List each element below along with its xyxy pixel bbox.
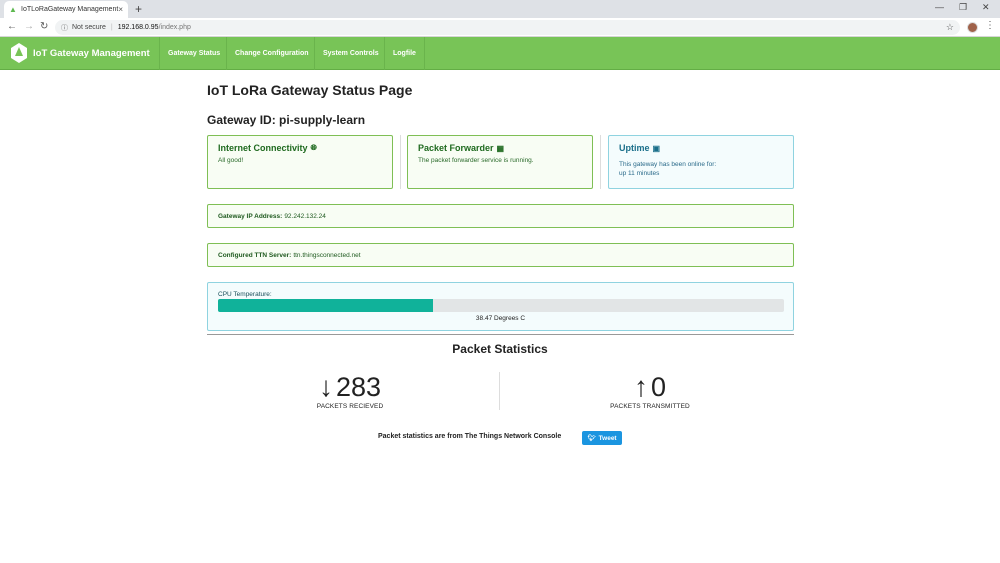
- packets-transmitted-stat: ↑ 0 PACKETS TRANSMITTED: [550, 372, 750, 411]
- gateway-id: Gateway ID: pi-supply-learn: [207, 113, 366, 127]
- card-divider: [400, 135, 401, 189]
- tweet-label: Tweet: [598, 434, 617, 442]
- ttn-server-card: Configured TTN Server: ttn.thingsconnect…: [207, 243, 794, 267]
- brand-logo-icon: [11, 43, 27, 63]
- uptime-text-2: up 11 minutes: [619, 170, 660, 177]
- forward-icon[interactable]: →: [24, 21, 34, 32]
- new-tab-button[interactable]: +: [135, 2, 142, 16]
- nav-logfile[interactable]: Logfile: [384, 37, 425, 70]
- card-divider: [600, 135, 601, 189]
- tab-title: IoTLoRaGateway Management: [21, 6, 119, 13]
- brand[interactable]: IoT Gateway Management: [10, 42, 150, 64]
- internet-status-text: All good!: [218, 157, 244, 164]
- section-divider: [207, 334, 794, 335]
- reload-icon[interactable]: ↻: [40, 21, 48, 32]
- info-icon[interactable]: ⓘ: [61, 23, 68, 33]
- address-bar-row: ← → ↻ ⓘ Not secure | 192.168.0.95 /index…: [0, 18, 1000, 37]
- uptime-card: Uptime ▣ This gateway has been online fo…: [608, 135, 794, 189]
- url-host: 192.168.0.95: [117, 24, 159, 31]
- browser-tab[interactable]: ▲ IoTLoRaGateway Management ×: [4, 1, 128, 18]
- profile-avatar[interactable]: [967, 22, 978, 33]
- ip-label: Gateway IP Address:: [218, 212, 283, 220]
- forwarder-title-text: Packet Forwarder: [418, 143, 494, 153]
- internet-title-text: Internet Connectivity: [218, 143, 308, 153]
- packets-transmitted-caption: PACKETS TRANSMITTED: [610, 403, 690, 410]
- uptime-title-text: Uptime: [619, 143, 650, 153]
- back-icon[interactable]: ←: [7, 21, 17, 32]
- forwarder-card: Packet Forwarder ▦ The packet forwarder …: [407, 135, 593, 189]
- arrow-up-icon: ↑: [633, 371, 648, 402]
- ttn-label: Configured TTN Server:: [218, 251, 292, 259]
- globe-icon: 🌐︎: [310, 143, 317, 152]
- nav-system-controls[interactable]: System Controls: [314, 37, 387, 70]
- forwarder-status-text: The packet forwarder service is running.: [418, 157, 534, 164]
- cpu-temperature-card: CPU Temperature: 38.47 Degrees C: [207, 282, 794, 331]
- packets-received-number: ↓ 283: [250, 372, 450, 402]
- stats-divider: [499, 372, 500, 410]
- arrow-down-icon: ↓: [318, 371, 333, 402]
- browser-tab-bar: ▲ IoTLoRaGateway Management × + — ❐ ✕: [0, 0, 1000, 18]
- stats-source-note: Packet statistics are from The Things Ne…: [378, 433, 562, 440]
- url-separator: |: [110, 24, 113, 31]
- minimize-button[interactable]: —: [935, 2, 944, 12]
- uptime-text-1: This gateway has been online for:: [619, 161, 717, 168]
- favicon-icon: ▲: [9, 4, 17, 14]
- packet-stats-title: Packet Statistics: [452, 342, 548, 356]
- packets-received-caption: PACKETS RECIEVED: [316, 403, 384, 410]
- tab-close-icon[interactable]: ×: [118, 5, 123, 14]
- ip-address-card: Gateway IP Address: 92.242.132.24: [207, 204, 794, 228]
- internet-card: Internet Connectivity 🌐︎ All good!: [207, 135, 393, 189]
- page-title: IoT LoRa Gateway Status Page: [207, 82, 413, 98]
- packets-received-value: 283: [335, 371, 382, 402]
- cpu-progress-track: [218, 299, 784, 312]
- ttn-value: ttn.thingsconnected.net: [293, 251, 361, 259]
- forwarder-card-title: Packet Forwarder ▦: [418, 143, 582, 153]
- nav-gateway-status[interactable]: Gateway Status: [159, 37, 228, 70]
- url-path: /index.php: [158, 24, 191, 31]
- bookmark-star-icon[interactable]: ☆: [946, 22, 954, 33]
- internet-card-title: Internet Connectivity 🌐︎: [218, 143, 382, 153]
- uptime-card-title: Uptime ▣: [619, 143, 783, 153]
- cpu-progress-fill: [218, 299, 434, 312]
- maximize-button[interactable]: ❐: [959, 2, 967, 13]
- chip-icon: ▦: [496, 143, 505, 153]
- browser-menu-icon[interactable]: ⋮: [985, 20, 995, 31]
- cpu-value: 38.47 Degrees C: [475, 315, 526, 322]
- close-window-button[interactable]: ✕: [982, 2, 990, 13]
- nav-change-configuration[interactable]: Change Configuration: [226, 37, 317, 70]
- calendar-icon: ▣: [652, 143, 661, 153]
- packets-transmitted-number: ↑ 0: [550, 372, 750, 402]
- tweet-button[interactable]: 🐦︎ Tweet: [582, 431, 622, 445]
- app-navbar: IoT Gateway Management Gateway Status Ch…: [0, 37, 1000, 70]
- cpu-label: CPU Temperature:: [218, 291, 272, 298]
- brand-title: IoT Gateway Management: [33, 47, 150, 59]
- twitter-bird-icon: 🐦︎: [587, 435, 596, 442]
- url-field[interactable]: ⓘ Not secure | 192.168.0.95 /index.php ☆: [55, 20, 960, 35]
- security-label: Not secure: [72, 24, 106, 31]
- packets-received-stat: ↓ 283 PACKETS RECIEVED: [250, 372, 450, 411]
- ip-value: 92.242.132.24: [284, 212, 326, 220]
- packets-transmitted-value: 0: [650, 371, 667, 402]
